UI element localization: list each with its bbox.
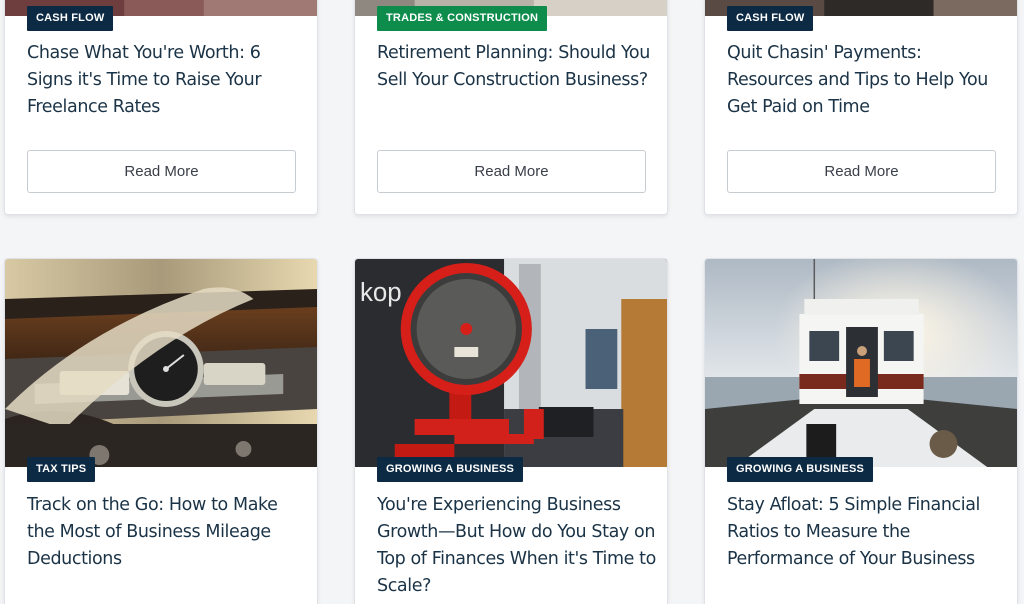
article-title[interactable]: Quit Chasin' Payments: Resources and Tip… — [727, 40, 1009, 121]
article-card[interactable]: GROWING A BUSINESS Stay Afloat: 5 Simple… — [704, 258, 1018, 604]
read-more-button[interactable]: Read More — [377, 150, 646, 193]
read-more-button[interactable]: Read More — [27, 150, 296, 193]
category-badge[interactable]: GROWING A BUSINESS — [727, 457, 874, 482]
article-title[interactable]: Track on the Go: How to Make the Most of… — [27, 492, 309, 573]
article-card[interactable]: TRADES & CONSTRUCTION Retirement Plannin… — [354, 0, 668, 215]
article-title[interactable]: Stay Afloat: 5 Simple Financial Ratios t… — [727, 492, 1009, 573]
red-scale-image[interactable]: kop — [355, 259, 667, 467]
article-title[interactable]: Retirement Planning: Should You Sell You… — [377, 40, 659, 94]
article-title[interactable]: Chase What You're Worth: 6 Signs it's Ti… — [27, 40, 309, 121]
category-badge[interactable]: CASH FLOW — [27, 6, 114, 31]
article-card[interactable]: TAX TIPS Track on the Go: How to Make th… — [4, 258, 318, 604]
read-more-button[interactable]: Read More — [727, 150, 996, 193]
article-card[interactable]: CASH FLOW Chase What You're Worth: 6 Sig… — [4, 0, 318, 215]
boat-deck-image[interactable] — [705, 259, 1017, 467]
category-badge[interactable]: TRADES & CONSTRUCTION — [377, 6, 548, 31]
article-card[interactable]: kop GROWING A BUSINESS You're Experienci… — [354, 258, 668, 604]
category-badge[interactable]: TAX TIPS — [27, 457, 96, 482]
category-badge[interactable]: CASH FLOW — [727, 6, 814, 31]
car-dashboard-image[interactable] — [5, 259, 317, 467]
article-card[interactable]: CASH FLOW Quit Chasin' Payments: Resourc… — [704, 0, 1018, 215]
category-badge[interactable]: GROWING A BUSINESS — [377, 457, 524, 482]
article-title[interactable]: You're Experiencing Business Growth—But … — [377, 492, 659, 600]
svg-text:kop: kop — [360, 279, 402, 307]
